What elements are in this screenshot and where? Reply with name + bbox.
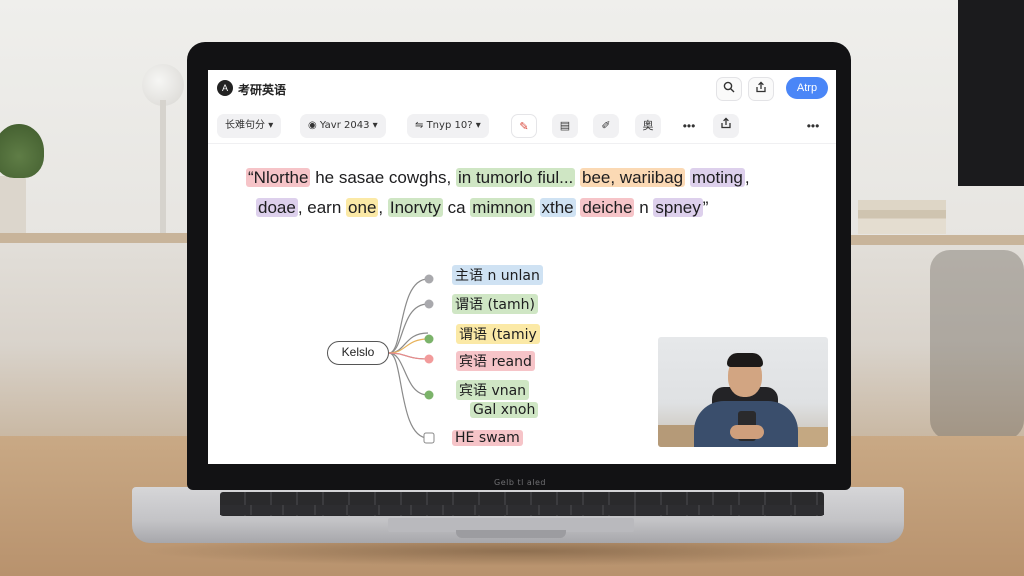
keyboard-row <box>220 505 824 515</box>
laptop-model-label: Gelb tl aled <box>494 478 546 487</box>
mindmap-root-node[interactable]: Kelslo <box>327 341 389 365</box>
shelf-right <box>850 235 1024 245</box>
laptop-notch <box>456 530 566 538</box>
books <box>858 200 946 234</box>
plant-pot <box>0 176 26 234</box>
plant <box>0 124 44 178</box>
desk-lamp-arm <box>160 100 166 235</box>
shelf-left <box>0 233 190 243</box>
presenter-hands <box>730 425 764 439</box>
collapse-toggle-icon <box>423 432 435 444</box>
mindmap-branch-object-1[interactable]: 宾语 reand <box>456 351 535 371</box>
mindmap-branch-object-2[interactable]: 宾语 vnan <box>456 380 530 400</box>
mindmap-branch-subject[interactable]: 主语 n unlan <box>452 265 543 285</box>
mindmap-branch-sub[interactable]: Gal xnoh <box>470 402 539 418</box>
mindmap-branch-predicate-2[interactable]: 谓语 (tamiy <box>456 324 540 344</box>
background-chair <box>930 250 1024 440</box>
node-dot <box>424 274 434 284</box>
node-dot <box>424 299 434 309</box>
mindmap-branch-predicate-1[interactable]: 谓语 (tamh) <box>452 294 538 314</box>
presenter-hair <box>727 353 763 367</box>
mindmap-branch-extra[interactable]: HE swam <box>452 430 523 446</box>
node-dot <box>424 354 434 364</box>
webcam-overlay[interactable] <box>658 337 828 447</box>
node-dot <box>424 334 434 344</box>
background-monitor <box>958 0 1024 186</box>
node-dot <box>424 390 434 400</box>
laptop-screen: A 考研英语 Atrp 长难句分 ▾ ◉ Yavr 2043 ▾ ⇋ Tnyp … <box>208 70 836 464</box>
